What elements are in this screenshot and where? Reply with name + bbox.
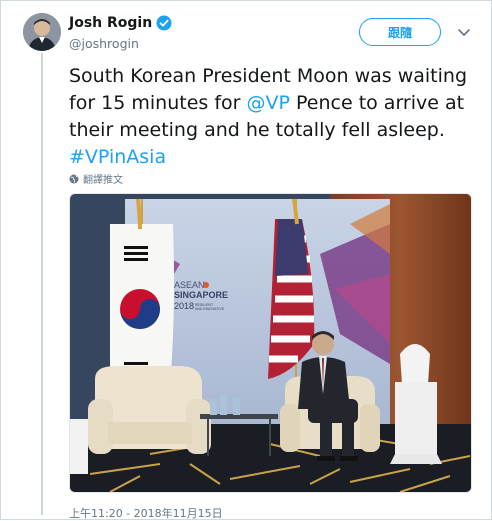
translate-tweet[interactable]: 翻譯推文 [69,171,123,186]
timestamp[interactable]: 上午11:20 - 2018年11月15日 [69,505,223,521]
banner-year: 2018 [174,301,194,311]
meeting-room-photo: ASEAN SINGAPORE 2018 RESILIENT AND INNOV… [70,194,471,492]
tweet-card: Josh Rogin @joshrogin 跟隨 South Korean Pr… [0,0,492,520]
handle[interactable]: @joshrogin [69,36,139,51]
follow-button[interactable]: 跟隨 [359,18,441,46]
mention-link[interactable]: @VP [247,92,290,114]
chevron-down-icon[interactable] [457,25,471,39]
tweet-text: South Korean President Moon was waiting … [69,63,479,171]
display-name[interactable]: Josh Rogin [69,15,152,31]
author-name-row[interactable]: Josh Rogin [69,15,172,31]
banner-line2: SINGAPORE [174,290,228,300]
banner-line1: ASEAN [174,280,205,290]
verified-badge-icon [156,15,172,31]
hashtag-link[interactable]: #VPinAsia [69,146,166,168]
banner-tagline2: AND INNOVATIVE [195,307,225,311]
thread-line [41,53,43,515]
globe-icon [69,174,79,183]
translate-label[interactable]: 翻譯推文 [83,171,123,186]
tweet-photo[interactable]: ASEAN SINGAPORE 2018 RESILIENT AND INNOV… [69,193,472,493]
avatar[interactable] [23,13,61,51]
